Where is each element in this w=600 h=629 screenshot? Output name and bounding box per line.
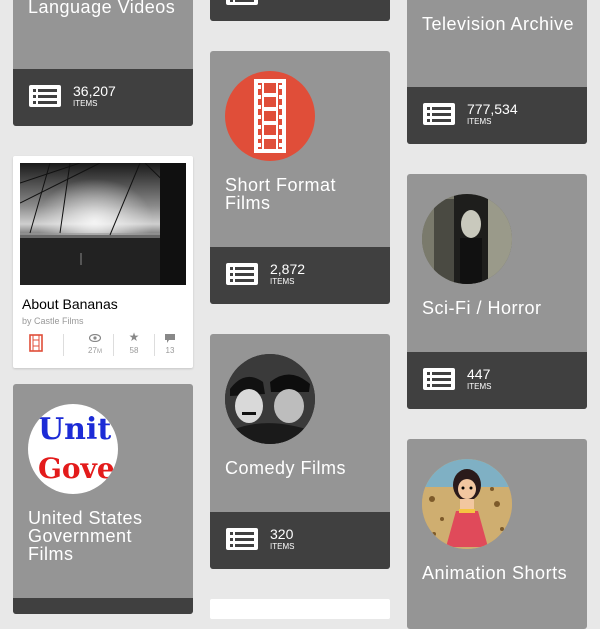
reviews-stat: 13 [155, 332, 185, 356]
scifi-photo [422, 194, 512, 284]
collection-footer: 36,207 ITEMS [13, 69, 193, 126]
eye-icon [89, 334, 101, 342]
collection-logo[interactable] [422, 459, 512, 549]
item-title[interactable]: About Bananas [22, 296, 118, 312]
list-icon [226, 0, 258, 5]
collection-tile-top[interactable] [210, 0, 390, 21]
collection-footer: 447 ITEMS [407, 352, 587, 409]
collection-logo[interactable] [225, 71, 315, 161]
item-count: 36,207 [73, 83, 116, 99]
item-count: 2,872 [270, 261, 306, 277]
collection-tile-short-format-films[interactable]: Short Format Films 2,872 ITEMS [210, 51, 390, 304]
logo-text: Unit [38, 412, 112, 447]
collection-logo[interactable] [225, 354, 315, 444]
item-count: 777,534 [467, 101, 518, 117]
comment-icon [165, 334, 175, 343]
comedy-photo [225, 354, 315, 444]
collection-footer [210, 0, 390, 21]
list-icon [423, 368, 455, 390]
logo-text: Gove [38, 452, 115, 485]
item-byline[interactable]: by Castle Films [22, 316, 84, 326]
favorites-stat: ★ 58 [119, 330, 149, 356]
collection-logo[interactable] [422, 194, 512, 284]
animation-photo [422, 459, 512, 549]
film-strip-icon [254, 79, 286, 153]
item-thumbnail[interactable] [20, 163, 186, 285]
item-unit: ITEMS [467, 382, 492, 391]
collection-footer: 320 ITEMS [210, 512, 390, 569]
collection-title[interactable]: Television Archive [422, 15, 577, 33]
collection-title[interactable]: Sci-Fi / Horror [422, 299, 577, 317]
item-count: 320 [270, 526, 294, 542]
list-icon [29, 85, 61, 107]
collection-footer [13, 598, 193, 614]
item-unit: ITEMS [270, 542, 295, 551]
next-item-card[interactable] [210, 599, 390, 619]
collection-tile-animation-shorts[interactable]: Animation Shorts [407, 439, 587, 629]
collection-tile-language-videos[interactable]: Language Videos 36,207 ITEMS [13, 0, 193, 126]
item-unit: ITEMS [270, 277, 295, 286]
collection-footer: 2,872 ITEMS [210, 247, 390, 304]
list-icon [423, 103, 455, 125]
collection-title[interactable]: Comedy Films [225, 459, 380, 477]
collection-tile-us-government-films[interactable]: Unit Gove United States Government Films [13, 384, 193, 614]
item-stats: 27M ★ 58 13 [21, 330, 185, 356]
collection-tile-comedy-films[interactable]: Comedy Films 320 ITEMS [210, 334, 390, 569]
collection-title[interactable]: United States Government Films [28, 509, 183, 563]
collection-title[interactable]: Short Format Films [225, 176, 380, 212]
views-stat: 27M [80, 332, 110, 356]
collection-title[interactable]: Animation Shorts [422, 564, 577, 582]
collection-tile-scifi-horror[interactable]: Sci-Fi / Horror 447 ITEMS [407, 174, 587, 409]
list-icon [226, 528, 258, 550]
item-unit: ITEMS [467, 117, 492, 126]
collection-footer: 777,534 ITEMS [407, 87, 587, 144]
collection-title[interactable]: Language Videos [28, 0, 183, 16]
list-icon [226, 263, 258, 285]
film-strip-icon [29, 334, 43, 352]
star-icon: ★ [128, 330, 140, 344]
collection-logo[interactable]: Unit Gove [28, 404, 118, 494]
item-unit: ITEMS [73, 99, 98, 108]
item-card-about-bananas[interactable]: About Bananas by Castle Films 27M ★ 58 1… [13, 156, 193, 368]
item-count: 447 [467, 366, 491, 382]
media-type-film [21, 332, 51, 356]
collection-tile-television-archive[interactable]: Television Archive 777,534 ITEMS [407, 0, 587, 144]
